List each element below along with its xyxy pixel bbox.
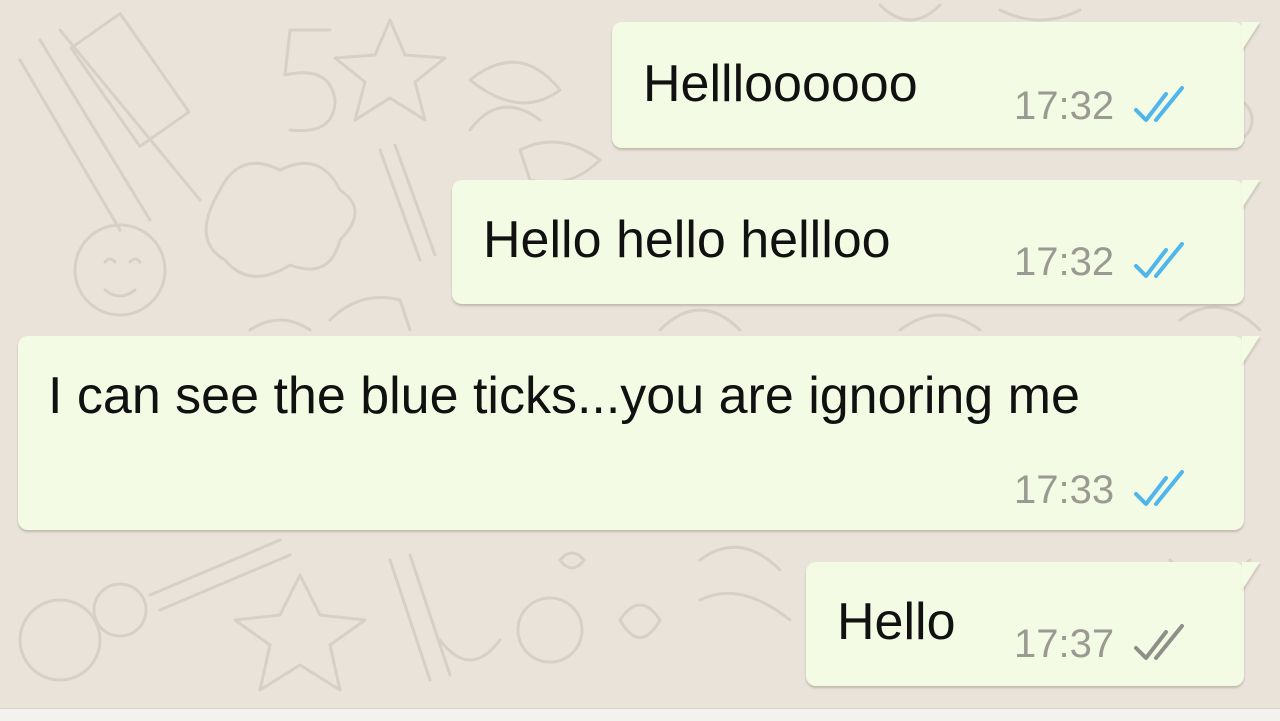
message-time: 17:33 bbox=[1014, 468, 1115, 512]
message-bubble[interactable]: Hellloooooo 17:32 bbox=[612, 22, 1260, 148]
double-check-read-icon bbox=[1134, 470, 1185, 506]
double-check-read-icon bbox=[1134, 86, 1185, 122]
message-meta: 17:37 bbox=[1014, 624, 1196, 664]
double-check-read-icon bbox=[1134, 242, 1185, 278]
bubble-tail bbox=[1242, 180, 1260, 208]
message-time: 17:37 bbox=[1014, 622, 1115, 666]
message-text: Hellloooooo bbox=[643, 55, 918, 113]
bubble-tail bbox=[1242, 562, 1260, 590]
message-meta: 17:32 bbox=[1014, 86, 1196, 126]
message-text: Hello hello hellloo bbox=[483, 211, 891, 269]
message-text: I can see the blue ticks...you are ignor… bbox=[48, 367, 1080, 425]
message-text: Hello bbox=[837, 593, 956, 651]
message-bubble[interactable]: I can see the blue ticks...you are ignor… bbox=[18, 336, 1260, 530]
message-bubble[interactable]: Hello hello hellloo 17:32 bbox=[452, 180, 1260, 304]
bubble-tail bbox=[1242, 336, 1260, 364]
message-time: 17:32 bbox=[1014, 240, 1115, 284]
bubble-tail bbox=[1242, 22, 1260, 50]
message-meta: 17:33 bbox=[1014, 470, 1196, 510]
message-time: 17:32 bbox=[1014, 84, 1115, 128]
input-bar-edge bbox=[0, 708, 1280, 721]
message-meta: 17:32 bbox=[1014, 242, 1196, 282]
message-bubble[interactable]: Hello 17:37 bbox=[806, 562, 1260, 686]
double-check-delivered-icon bbox=[1134, 624, 1185, 660]
